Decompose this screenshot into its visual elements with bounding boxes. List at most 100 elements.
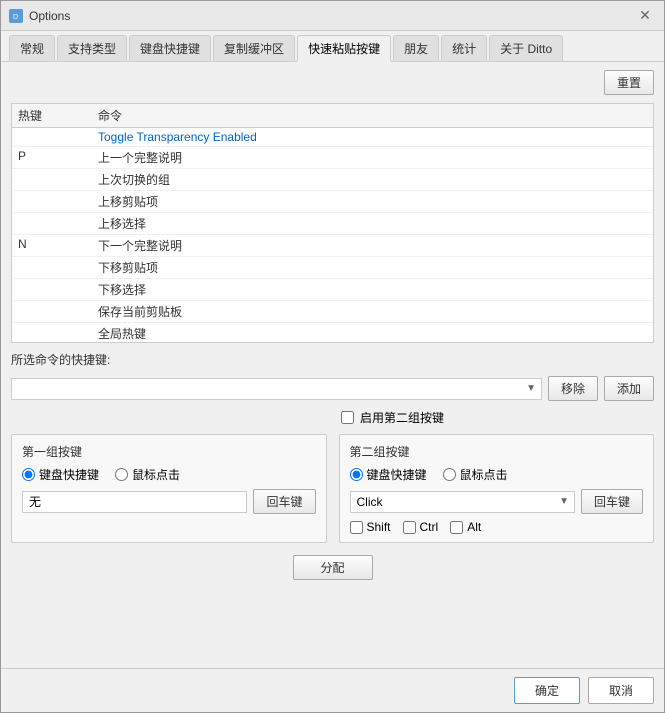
row-6-key xyxy=(18,259,98,276)
table-row[interactable]: Toggle Transparency Enabled xyxy=(12,128,653,147)
group1-enter-key-button[interactable]: 回车键 xyxy=(253,489,315,514)
group1-keyboard-label[interactable]: 键盘快捷键 xyxy=(22,466,99,483)
tab-friends[interactable]: 朋友 xyxy=(393,35,439,61)
table-row[interactable]: 上移选择 xyxy=(12,213,653,235)
table-row[interactable]: 上移剪贴项 xyxy=(12,191,653,213)
group2-keyboard-label[interactable]: 键盘快捷键 xyxy=(350,466,427,483)
row-7-cmd: 下移选择 xyxy=(98,281,647,298)
close-button[interactable]: ✕ xyxy=(634,5,656,27)
row-3-key xyxy=(18,193,98,210)
tabs-bar: 常规 支持类型 键盘快捷键 复制缓冲区 快速粘贴按键 朋友 统计 关于 Ditt… xyxy=(1,31,664,62)
title-bar-left: D Options xyxy=(9,9,70,23)
group1-keyboard-radio[interactable] xyxy=(22,468,35,481)
group1-mouse-text: 鼠标点击 xyxy=(132,466,180,483)
assign-button[interactable]: 分配 xyxy=(293,555,373,580)
second-group-check-row: 启用第二组按键 xyxy=(11,409,654,426)
shift-checkbox[interactable] xyxy=(350,521,363,534)
groups-row: 第一组按键 键盘快捷键 鼠标点击 回车键 xyxy=(11,434,654,543)
tab-copy-buffer[interactable]: 复制缓冲区 xyxy=(213,35,295,61)
shortcut-label: 所选命令的快捷键: xyxy=(11,353,110,367)
group2-keyboard-radio[interactable] xyxy=(350,468,363,481)
table-row[interactable]: 保存当前剪贴板 xyxy=(12,301,653,323)
group2-input-row: Click Double Click Right Click Middle Cl… xyxy=(350,489,644,514)
tab-general[interactable]: 常规 xyxy=(9,35,55,61)
row-7-key xyxy=(18,281,98,298)
title-bar: D Options ✕ xyxy=(1,1,664,31)
svg-text:D: D xyxy=(13,14,18,21)
confirm-button[interactable]: 确定 xyxy=(514,677,580,704)
group1-keyboard-text: 键盘快捷键 xyxy=(39,466,99,483)
table-row[interactable]: 下移剪贴项 xyxy=(12,257,653,279)
row-5-key: N xyxy=(18,237,98,254)
groups-container: 启用第二组按键 第一组按键 键盘快捷键 鼠标点击 xyxy=(11,409,654,660)
group2-mouse-label[interactable]: 鼠标点击 xyxy=(443,466,508,483)
row-2-key xyxy=(18,171,98,188)
main-content: 重置 热键 命令 Toggle Transparency Enabled P 上… xyxy=(1,62,664,668)
table-row[interactable]: 下移选择 xyxy=(12,279,653,301)
table-header: 热键 命令 xyxy=(12,104,653,128)
group2-keyboard-text: 键盘快捷键 xyxy=(367,466,427,483)
shortcut-dropdown[interactable]: ▼ xyxy=(11,378,542,400)
ctrl-checkbox[interactable] xyxy=(403,521,416,534)
group1-radio-row: 键盘快捷键 鼠标点击 xyxy=(22,466,316,483)
row-0-key xyxy=(18,130,98,144)
group2-dropdown[interactable]: Click Double Click Right Click Middle Cl… xyxy=(350,491,575,513)
row-9-cmd: 全局热键 xyxy=(98,325,647,342)
tab-about[interactable]: 关于 Ditto xyxy=(489,35,563,61)
window-title: Options xyxy=(29,9,70,23)
group1-input-row: 回车键 xyxy=(22,489,316,514)
shortcut-label-row: 所选命令的快捷键: xyxy=(11,351,654,368)
tab-quick-paste[interactable]: 快速粘贴按键 xyxy=(297,35,391,62)
ctrl-label[interactable]: Ctrl xyxy=(403,520,439,534)
header-command: 命令 xyxy=(98,107,122,124)
alt-label[interactable]: Alt xyxy=(450,520,481,534)
row-5-cmd: 下一个完整说明 xyxy=(98,237,647,254)
table-row[interactable]: 上次切换的组 xyxy=(12,169,653,191)
header-hotkey: 热键 xyxy=(18,107,98,124)
row-4-key xyxy=(18,215,98,232)
table-body[interactable]: Toggle Transparency Enabled P 上一个完整说明 上次… xyxy=(12,128,653,342)
row-2-cmd: 上次切换的组 xyxy=(98,171,647,188)
group2-mouse-text: 鼠标点击 xyxy=(460,466,508,483)
table-row[interactable]: P 上一个完整说明 xyxy=(12,147,653,169)
assign-row: 分配 xyxy=(11,555,654,580)
second-group-label[interactable]: 启用第二组按键 xyxy=(360,409,444,426)
group1-box: 第一组按键 键盘快捷键 鼠标点击 回车键 xyxy=(11,434,327,543)
second-group-checkbox[interactable] xyxy=(341,411,354,424)
bottom-bar: 确定 取消 xyxy=(1,668,664,712)
group1-mouse-radio[interactable] xyxy=(115,468,128,481)
remove-button[interactable]: 移除 xyxy=(548,376,598,401)
tab-keyboard-shortcuts[interactable]: 键盘快捷键 xyxy=(129,35,211,61)
group2-enter-key-button[interactable]: 回车键 xyxy=(581,489,643,514)
group2-mouse-radio[interactable] xyxy=(443,468,456,481)
ditto-icon: D xyxy=(9,9,23,23)
tab-stats[interactable]: 统计 xyxy=(441,35,487,61)
cancel-button[interactable]: 取消 xyxy=(588,677,654,704)
group1-mouse-label[interactable]: 鼠标点击 xyxy=(115,466,180,483)
row-8-cmd: 保存当前剪贴板 xyxy=(98,303,647,320)
group2-radio-row: 键盘快捷键 鼠标点击 xyxy=(350,466,644,483)
reset-button[interactable]: 重置 xyxy=(604,70,654,95)
row-8-key xyxy=(18,303,98,320)
row-1-key: P xyxy=(18,149,98,166)
group2-title: 第二组按键 xyxy=(350,443,644,460)
table-row[interactable]: N 下一个完整说明 xyxy=(12,235,653,257)
remove-add-row: ▼ 移除 添加 xyxy=(11,376,654,401)
tab-support-type[interactable]: 支持类型 xyxy=(57,35,127,61)
shortcuts-table: 热键 命令 Toggle Transparency Enabled P 上一个完… xyxy=(11,103,654,343)
add-button[interactable]: 添加 xyxy=(604,376,654,401)
row-1-cmd: 上一个完整说明 xyxy=(98,149,647,166)
shift-label[interactable]: Shift xyxy=(350,520,391,534)
group2-select[interactable]: Click Double Click Right Click Middle Cl… xyxy=(350,491,575,513)
shortcut-select[interactable] xyxy=(11,378,542,400)
reset-row: 重置 xyxy=(11,70,654,95)
group2-checkbox-row: Shift Ctrl Alt xyxy=(350,520,644,534)
shortcut-combo: ▼ xyxy=(11,378,542,400)
row-9-key xyxy=(18,325,98,342)
row-3-cmd: 上移剪贴项 xyxy=(98,193,647,210)
row-4-cmd: 上移选择 xyxy=(98,215,647,232)
group1-key-input[interactable] xyxy=(22,491,247,513)
row-0-cmd: Toggle Transparency Enabled xyxy=(98,130,647,144)
table-row[interactable]: 全局热键 xyxy=(12,323,653,342)
alt-checkbox[interactable] xyxy=(450,521,463,534)
